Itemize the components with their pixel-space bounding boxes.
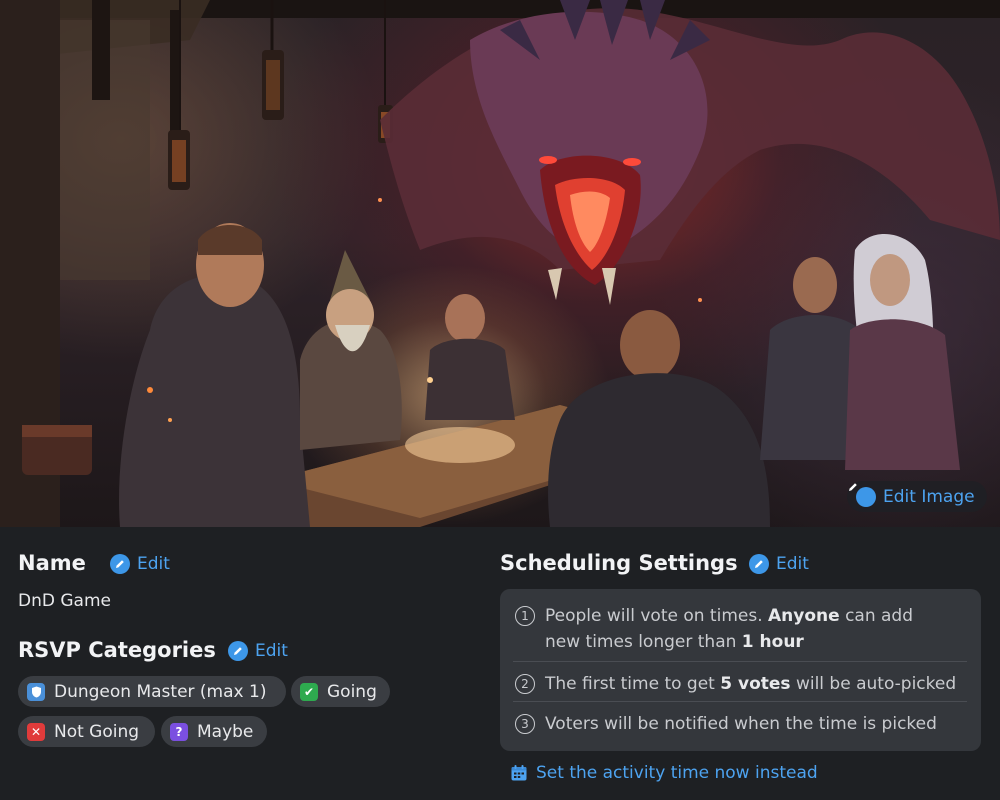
- rsvp-chip-label: Maybe: [197, 721, 254, 742]
- pencil-icon: [749, 554, 769, 574]
- edit-name-button[interactable]: Edit: [110, 554, 170, 574]
- check-icon: ✔: [300, 682, 318, 701]
- divider: [513, 701, 967, 702]
- scheduling-rule-1: People will vote on times. Anyone can ad…: [545, 606, 914, 652]
- scheduling-rule-3: Voters will be notified when the time is…: [545, 714, 937, 734]
- edit-scheduling-label: Edit: [776, 554, 809, 574]
- question-icon: ?: [170, 722, 188, 741]
- pencil-icon: [228, 641, 248, 661]
- set-time-now-link[interactable]: Set the activity time now instead: [510, 763, 818, 783]
- edit-image-button[interactable]: Edit Image: [847, 481, 987, 512]
- number-circle-icon: 2: [515, 674, 535, 694]
- rsvp-chip-label: Going: [327, 681, 377, 702]
- edit-rsvp-button[interactable]: Edit: [228, 641, 288, 661]
- activity-name-value: DnD Game: [18, 591, 111, 611]
- rsvp-chip-dungeon-master[interactable]: Dungeon Master (max 1): [18, 676, 286, 707]
- rsvp-chip-label: Dungeon Master (max 1): [54, 681, 267, 702]
- rsvp-section-title: RSVP Categories: [18, 638, 216, 662]
- pencil-icon: [849, 483, 876, 507]
- fantasy-tavern-dragon-illustration: [0, 0, 1000, 527]
- x-icon: ✕: [27, 722, 45, 741]
- rsvp-chip-going[interactable]: ✔ Going: [291, 676, 390, 707]
- scheduling-section-title: Scheduling Settings: [500, 551, 738, 575]
- scheduling-rule-2: The first time to get 5 votes will be au…: [545, 674, 957, 694]
- rsvp-chip-maybe[interactable]: ? Maybe: [161, 716, 267, 747]
- number-circle-icon: 3: [515, 714, 535, 734]
- edit-image-label: Edit Image: [883, 486, 975, 507]
- name-section-title: Name: [18, 551, 86, 575]
- edit-name-label: Edit: [137, 554, 170, 574]
- edit-scheduling-button[interactable]: Edit: [749, 554, 809, 574]
- rsvp-chip-not-going[interactable]: ✕ Not Going: [18, 716, 155, 747]
- number-circle-icon: 1: [515, 606, 535, 626]
- pencil-icon: [110, 554, 130, 574]
- scheduling-rules-panel: 1 People will vote on times. Anyone can …: [500, 589, 981, 751]
- set-time-now-label: Set the activity time now instead: [536, 763, 818, 783]
- shield-icon: [27, 682, 45, 701]
- divider: [513, 661, 967, 662]
- edit-rsvp-label: Edit: [255, 641, 288, 661]
- activity-cover-image: Edit Image: [0, 0, 1000, 527]
- calendar-icon: [511, 765, 527, 781]
- rsvp-chip-label: Not Going: [54, 721, 140, 742]
